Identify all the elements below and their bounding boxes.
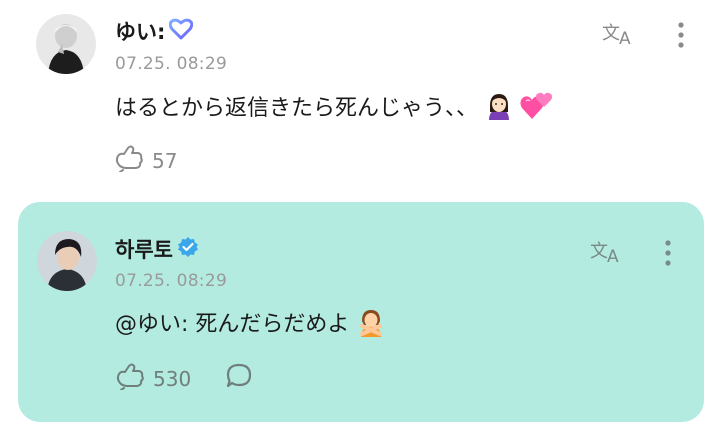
verified-badge-icon: [177, 236, 199, 263]
reply-message: @ゆい: 死んだらだめよ: [115, 306, 386, 343]
no-gesture-emoji-icon: [356, 307, 386, 343]
like-count: 57: [152, 148, 178, 173]
post-message: はるとから返信きたら死んじゃう、、: [115, 90, 554, 127]
author-name-text: ゆい:: [115, 20, 166, 44]
translate-icon[interactable]: 文 A: [590, 238, 626, 268]
svg-text:A: A: [619, 29, 631, 46]
reply-message-text: @ゆい: 死んだらだめよ: [115, 312, 350, 337]
avatar[interactable]: [36, 14, 96, 74]
svg-text:A: A: [607, 247, 619, 264]
reply-card: 하루토 07.25. 08:29 文 A @ゆい: 死んだらだめよ 530: [18, 202, 704, 422]
post-message-text: はるとから返信きたら死んじゃう、、: [115, 96, 479, 121]
translate-icon[interactable]: 文 A: [602, 20, 638, 50]
original-post: ゆい: 07.25. 08:29 文 A はるとから返信きたら死んじゃう、、 5…: [0, 0, 720, 190]
like-icon: [115, 362, 145, 395]
svg-text:文: 文: [602, 23, 620, 44]
post-timestamp: 07.25. 08:29: [115, 54, 228, 74]
like-action[interactable]: 530: [115, 362, 191, 395]
author-name-text: 하루토: [115, 238, 173, 262]
comment-icon[interactable]: [225, 362, 253, 394]
hearts-emoji-icon: [520, 91, 554, 127]
more-icon[interactable]: [663, 238, 673, 272]
svg-text:文: 文: [590, 241, 608, 262]
reply-timestamp: 07.25. 08:29: [115, 271, 228, 291]
like-count: 530: [153, 366, 192, 391]
woman-emoji-icon: [485, 92, 513, 126]
author-name[interactable]: 하루토: [115, 234, 199, 264]
heart-badge-icon: [169, 18, 194, 45]
avatar[interactable]: [37, 231, 97, 291]
like-icon: [114, 144, 144, 177]
author-name[interactable]: ゆい:: [115, 16, 194, 46]
more-icon[interactable]: [676, 20, 686, 54]
like-action[interactable]: 57: [114, 144, 177, 177]
